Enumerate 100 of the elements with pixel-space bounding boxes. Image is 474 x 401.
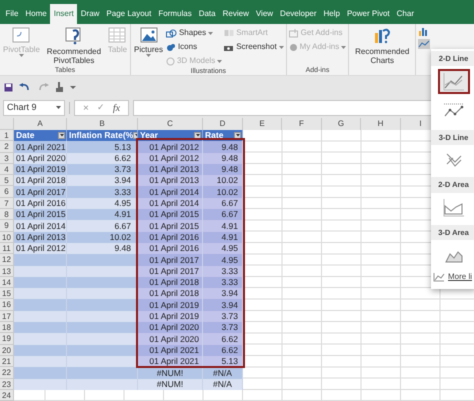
table-cell: #NUM! bbox=[138, 378, 203, 390]
table-cell: 01 April 2021 bbox=[14, 141, 67, 153]
ribbon-button[interactable]: Recommended Charts bbox=[351, 27, 414, 65]
row-header[interactable]: 10 bbox=[0, 232, 14, 243]
ribbon-tab[interactable]: Char bbox=[393, 4, 418, 24]
column-header[interactable]: H bbox=[361, 118, 401, 130]
table-cell: 01 April 2018 bbox=[14, 175, 67, 186]
row-header[interactable]: 24 bbox=[0, 390, 14, 401]
picture-icon bbox=[140, 27, 158, 43]
ribbon-button[interactable]: Shapes bbox=[166, 27, 222, 39]
undo-icon[interactable] bbox=[19, 82, 31, 92]
table-cell: 01 April 2019 bbox=[138, 299, 203, 311]
ribbon-tab[interactable]: Data bbox=[195, 4, 220, 24]
ribbon-tab[interactable]: Help bbox=[320, 4, 344, 24]
table-cell: 01 April 2018 bbox=[138, 276, 203, 288]
row-header[interactable]: 8 bbox=[0, 209, 14, 220]
table-cell: 01 April 2020 bbox=[14, 152, 67, 164]
table-cell: 01 April 2012 bbox=[14, 242, 67, 254]
row-header[interactable]: 21 bbox=[0, 356, 14, 368]
row-header[interactable]: 13 bbox=[0, 266, 14, 277]
table-cell: 3.33 bbox=[203, 266, 243, 277]
table-cell: 4.95 bbox=[203, 242, 243, 254]
table-cell: 01 April 2016 bbox=[14, 198, 67, 210]
name-box[interactable]: Chart 9 bbox=[3, 100, 65, 116]
table-cell bbox=[14, 310, 67, 322]
row-header[interactable]: 15 bbox=[0, 288, 14, 300]
shapes-icon bbox=[166, 28, 177, 38]
row-header[interactable]: 9 bbox=[0, 220, 14, 232]
table-cell: 01 April 2014 bbox=[138, 186, 203, 198]
table-cell: 6.67 bbox=[203, 198, 243, 210]
ribbon-tab[interactable]: Insert bbox=[50, 4, 78, 24]
line-chart-icon[interactable] bbox=[418, 39, 430, 49]
ribbon-button[interactable]: Pictures bbox=[133, 27, 164, 57]
row-header[interactable]: 20 bbox=[0, 344, 14, 356]
table-cell: 01 April 2015 bbox=[138, 209, 203, 220]
table-cell bbox=[14, 333, 67, 345]
table-cell: 3.73 bbox=[203, 310, 243, 322]
ribbon-tab[interactable]: Formulas bbox=[154, 4, 196, 24]
smartart-icon bbox=[224, 29, 234, 37]
ribbon-tab[interactable]: Power Pivot bbox=[343, 4, 394, 24]
table-cell: 01 April 2021 bbox=[138, 344, 203, 356]
row-header[interactable]: 22 bbox=[0, 367, 14, 379]
row-header[interactable]: 16 bbox=[0, 299, 14, 311]
row-header[interactable]: 18 bbox=[0, 322, 14, 334]
table-cell: 01 April 2020 bbox=[138, 322, 203, 334]
row-header[interactable]: 11 bbox=[0, 242, 14, 254]
ribbon-tab[interactable]: View bbox=[252, 4, 277, 24]
hand-icon[interactable] bbox=[55, 82, 64, 92]
more-charts-link[interactable]: More li bbox=[431, 271, 474, 283]
ribbon-tab[interactable]: Review bbox=[219, 4, 252, 24]
table-cell: 01 April 2017 bbox=[138, 254, 203, 266]
row-header[interactable]: 14 bbox=[0, 276, 14, 288]
row-header[interactable]: 2 bbox=[0, 141, 14, 153]
area-chart-icon bbox=[442, 198, 464, 218]
ribbon-button[interactable]: Recommended PivotTables bbox=[42, 27, 105, 65]
row-header[interactable]: 7 bbox=[0, 198, 14, 210]
row-header[interactable]: 17 bbox=[0, 310, 14, 322]
table-cell: 01 April 2017 bbox=[138, 266, 203, 277]
ribbon-tab[interactable]: Home bbox=[22, 4, 50, 24]
column-header[interactable]: G bbox=[322, 118, 361, 130]
ribbon-button[interactable]: Icons bbox=[166, 41, 222, 53]
filter-button[interactable] bbox=[58, 132, 65, 140]
dropdown-icon bbox=[278, 46, 284, 48]
table-cell bbox=[14, 266, 67, 277]
row-header[interactable]: 4 bbox=[0, 164, 14, 176]
dropdown-icon[interactable] bbox=[56, 106, 61, 110]
ribbon-button[interactable]: Screenshot bbox=[224, 41, 284, 53]
table-cell: 10.02 bbox=[203, 175, 243, 186]
name-box-text: Chart 9 bbox=[7, 101, 37, 114]
table-cell: 3.94 bbox=[203, 299, 243, 311]
ribbon-tab[interactable]: Developer bbox=[276, 4, 320, 24]
save-icon[interactable] bbox=[4, 82, 13, 92]
table-cell: 01 April 2017 bbox=[14, 186, 67, 198]
chart-type-button[interactable] bbox=[438, 69, 470, 94]
customize-icon[interactable] bbox=[70, 84, 76, 90]
column-header[interactable]: E bbox=[243, 118, 282, 130]
column-chart-icon[interactable] bbox=[418, 27, 428, 37]
row-header[interactable]: 23 bbox=[0, 378, 14, 390]
row-header[interactable]: 19 bbox=[0, 333, 14, 345]
row-header[interactable]: 1 bbox=[0, 130, 14, 142]
insert-function-button[interactable]: fx bbox=[112, 100, 120, 116]
table-cell bbox=[67, 254, 138, 266]
line-chart-icon bbox=[433, 272, 445, 282]
table-cell: 9.48 bbox=[203, 164, 243, 176]
column-header[interactable]: F bbox=[282, 118, 322, 130]
table-cell: 01 April 2016 bbox=[138, 242, 203, 254]
table-cell: 01 April 2015 bbox=[14, 209, 67, 220]
table-cell: 01 April 2012 bbox=[138, 141, 203, 153]
ribbon-tab[interactable]: Draw bbox=[77, 4, 103, 24]
table-cell: 3.94 bbox=[203, 288, 243, 300]
dropdown-icon bbox=[217, 60, 222, 62]
ribbon-tab[interactable]: File bbox=[2, 4, 22, 24]
ribbon-tab[interactable]: Page Layout bbox=[102, 4, 155, 24]
row-header[interactable]: 3 bbox=[0, 152, 14, 164]
recommended-chart-icon bbox=[373, 27, 392, 45]
row-header[interactable]: 5 bbox=[0, 175, 14, 186]
row-header[interactable]: 6 bbox=[0, 186, 14, 198]
row-header[interactable]: 12 bbox=[0, 254, 14, 266]
table-cell bbox=[14, 367, 67, 379]
table-cell bbox=[14, 322, 67, 334]
